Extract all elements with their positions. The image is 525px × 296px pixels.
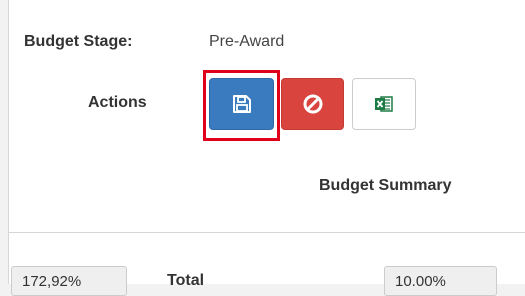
cancel-button[interactable] [281,78,344,130]
actions-label: Actions [88,94,147,111]
section-divider [9,232,525,233]
total-label: Total [167,272,205,289]
prohibited-icon [303,94,322,114]
export-excel-button[interactable] [352,78,416,130]
summary-value-cell: 10.00% [384,266,497,296]
budget-panel: Budget Stage: Pre-Award Actions Budget S… [8,0,525,296]
floppy-disk-icon [232,95,251,113]
budget-summary-title: Budget Summary [319,177,452,194]
summary-value-cell: 172,92% [11,266,127,296]
budget-stage-value: Pre-Award [209,33,285,50]
save-button[interactable] [209,78,274,130]
excel-icon [375,96,393,112]
budget-stage-label: Budget Stage: [24,33,133,50]
